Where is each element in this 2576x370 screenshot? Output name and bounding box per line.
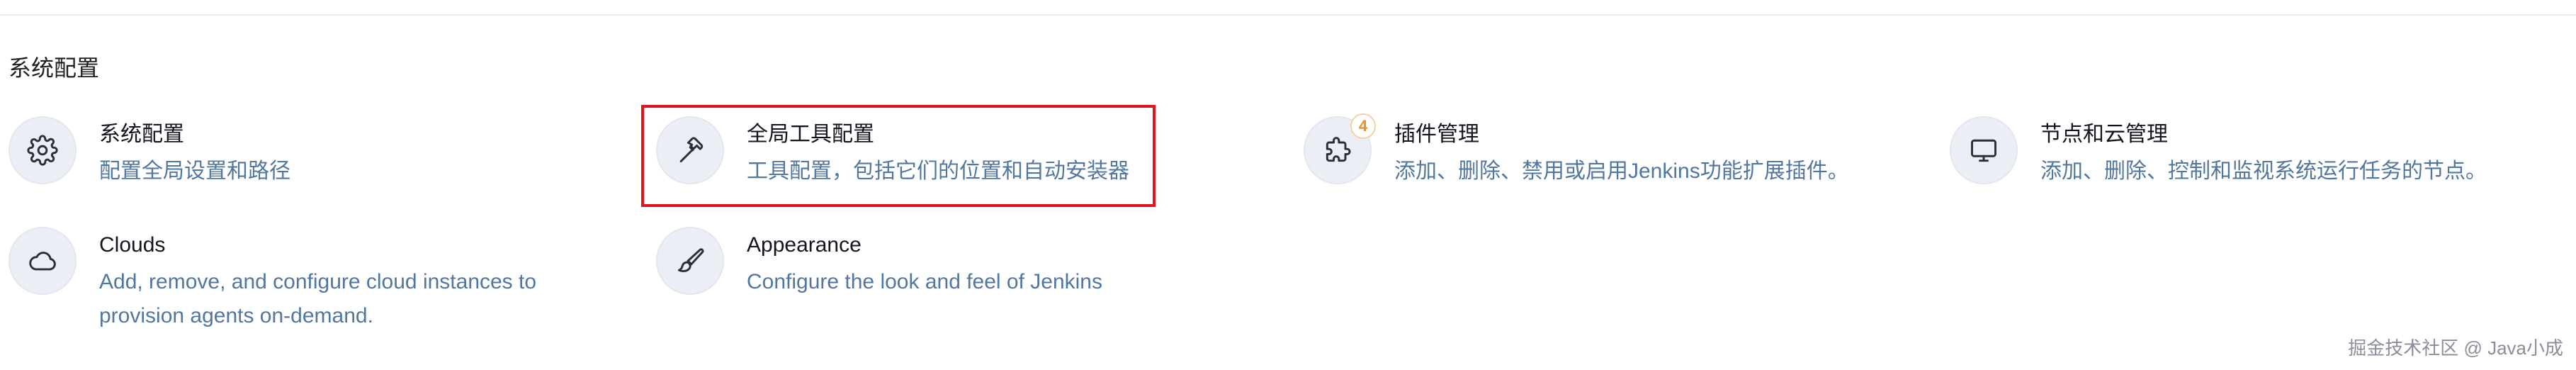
tile-description: 添加、删除、控制和监视系统运行任务的节点。 xyxy=(2040,159,2487,183)
update-count-badge: 4 xyxy=(1350,113,1376,139)
tile-system-config[interactable]: 系统配置 配置全局设置和路径 xyxy=(9,116,561,208)
tile-description: 配置全局设置和路径 xyxy=(99,159,290,183)
top-divider xyxy=(0,14,2576,16)
tile-description-line-2: provision agents on-demand. xyxy=(99,304,373,327)
tile-name: 系统配置 xyxy=(99,123,184,146)
tile-description: Add, remove, and configure cloud instanc… xyxy=(99,270,537,293)
section-title: 系统配置 xyxy=(9,55,100,81)
tile-clouds[interactable]: Clouds Add, remove, and configure cloud … xyxy=(9,227,561,340)
tile-nodes-and-clouds[interactable]: 节点和云管理 添加、删除、控制和监视系统运行任务的节点。 xyxy=(1950,116,2516,208)
tile-description: Configure the look and feel of Jenkins xyxy=(747,270,1102,293)
tile-description: 工具配置，包括它们的位置和自动安装器 xyxy=(747,159,1129,183)
tile-description: 添加、删除、禁用或启用Jenkins功能扩展插件。 xyxy=(1394,159,1849,183)
tile-appearance[interactable]: Appearance Configure the look and feel o… xyxy=(656,227,1152,319)
tile-name: Appearance xyxy=(747,233,862,257)
monitor-icon xyxy=(1950,116,2018,184)
tile-name: 全局工具配置 xyxy=(747,123,874,146)
watermark: 掘金技术社区 @ Java小成 xyxy=(2348,337,2563,359)
tile-name: Clouds xyxy=(99,233,166,257)
gear-icon xyxy=(9,116,77,184)
tile-name: 插件管理 xyxy=(1394,123,1479,146)
brush-icon xyxy=(656,227,724,295)
tile-global-tool-config[interactable]: 全局工具配置 工具配置，包括它们的位置和自动安装器 xyxy=(656,116,1152,208)
cloud-icon xyxy=(9,227,77,295)
hammer-icon xyxy=(656,116,724,184)
tile-plugin-manager[interactable]: 4 插件管理 添加、删除、禁用或启用Jenkins功能扩展插件。 xyxy=(1304,113,1870,208)
tile-name: 节点和云管理 xyxy=(2040,123,2168,146)
